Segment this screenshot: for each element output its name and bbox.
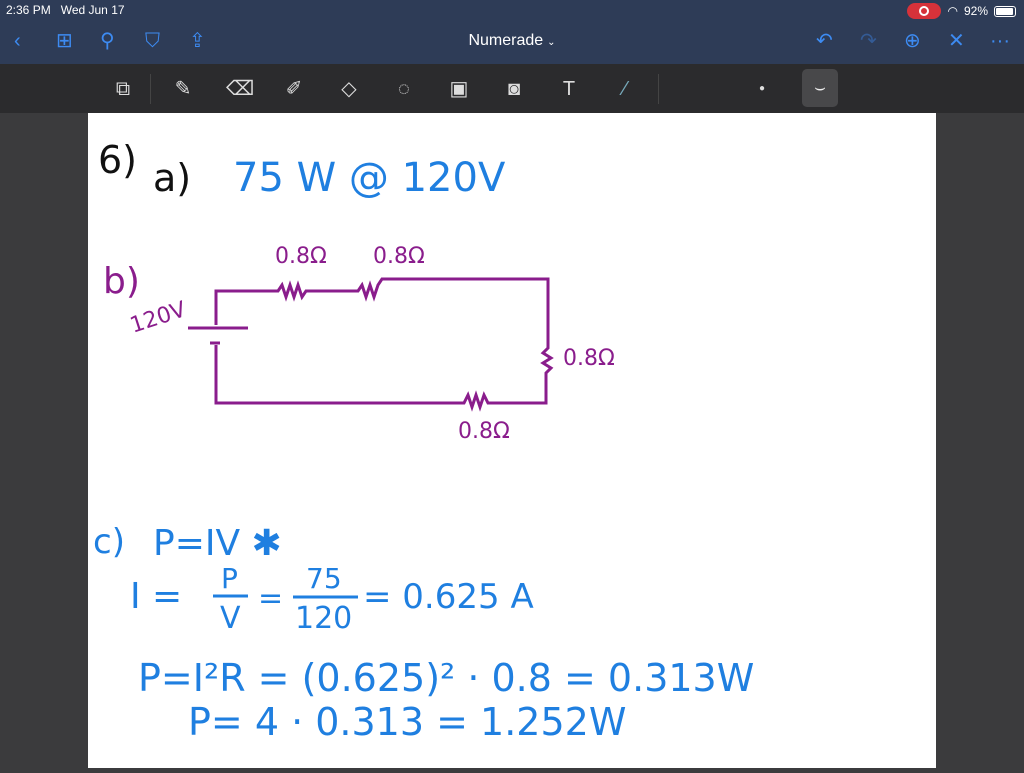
voltage-label: 120V [127, 297, 189, 338]
note-page[interactable]: 6) a) 75 W @ 120V b) 120V 0.8Ω 0.8Ω 0.8Ω… [88, 113, 936, 768]
power-formula: P=IV ✱ [153, 523, 282, 564]
stroke-curve-icon: ⌣ [814, 77, 826, 97]
fraction-denominator-2: 120 [295, 601, 352, 636]
chevron-down-icon: ⌄ [547, 37, 556, 48]
battery-icon [994, 5, 1016, 17]
fraction-numerator: P [221, 562, 238, 595]
nav-bar: ‹ ⊞ ⚲ ⛉ ⇪ Numerade ⌄ ↶ ↷ ⊕ ✕ ··· [0, 20, 1024, 64]
current-result: = 0.625 A [363, 577, 534, 617]
eraser-icon[interactable]: ⌫ [226, 76, 254, 102]
current-label: I = [130, 576, 182, 617]
circuit-diagram [188, 277, 554, 412]
text-icon[interactable]: T [556, 76, 582, 102]
part-6-label: 6) [98, 138, 137, 182]
camera-icon[interactable]: ◙ [501, 76, 527, 102]
answer-a: 75 W @ 120V [233, 155, 506, 201]
undo-icon[interactable]: ↶ [816, 30, 833, 52]
divider [150, 74, 151, 104]
highlighter-icon[interactable]: ✐ [281, 76, 307, 102]
part-b-label: b) [103, 261, 140, 302]
image-icon[interactable]: ▣ [446, 76, 472, 102]
zoom-window-icon[interactable]: ⧉ [110, 76, 136, 102]
resistor-4-label: 0.8Ω [458, 419, 510, 444]
date: Wed Jun 17 [60, 3, 125, 17]
resistor-1-label: 0.8Ω [275, 244, 327, 269]
divider [658, 74, 659, 104]
fraction-denominator: V [220, 601, 241, 636]
add-page-icon[interactable]: ⊕ [904, 30, 921, 52]
lasso-icon[interactable]: ◌ [391, 76, 417, 102]
screen-recording-icon[interactable] [907, 3, 942, 19]
total-power: P= 4 · 0.313 = 1.252W [188, 700, 626, 744]
pen-icon[interactable]: ✎ [170, 76, 196, 102]
redo-icon[interactable]: ↷ [860, 30, 877, 52]
laser-pointer-icon[interactable]: ⁄ [612, 76, 638, 102]
document-title-label: Numerade [468, 32, 544, 49]
resistor-3-label: 0.8Ω [563, 346, 615, 371]
resistor-2-label: 0.8Ω [373, 244, 425, 269]
stroke-style-button[interactable]: ⌣ [802, 69, 838, 107]
time: 2:36 PM [6, 3, 51, 17]
power-per-resistor: P=I²R = (0.625)² · 0.8 = 0.313W [138, 656, 754, 700]
more-icon[interactable]: ··· [990, 30, 1010, 52]
equals-sign: = [258, 581, 283, 616]
part-a-label: a) [153, 156, 191, 200]
status-bar: 2:36 PM Wed Jun 17 ◠ 92% [0, 0, 1024, 20]
wifi-icon: ◠ [947, 4, 958, 18]
fraction-numerator-2: 75 [306, 562, 342, 595]
handwriting-canvas: 6) a) 75 W @ 120V b) 120V 0.8Ω 0.8Ω 0.8Ω… [93, 138, 754, 744]
part-c-label: c) [93, 522, 125, 562]
close-icon[interactable]: ✕ [948, 30, 965, 52]
tool-bar: ⧉ ✎ ⌫ ✐ ◇ ◌ ▣ ◙ T ⁄ ● [0, 64, 1024, 113]
battery-percent: 92% [963, 4, 988, 18]
pen-size-dot-icon[interactable]: ● [749, 76, 775, 102]
shapes-icon[interactable]: ◇ [336, 76, 362, 102]
